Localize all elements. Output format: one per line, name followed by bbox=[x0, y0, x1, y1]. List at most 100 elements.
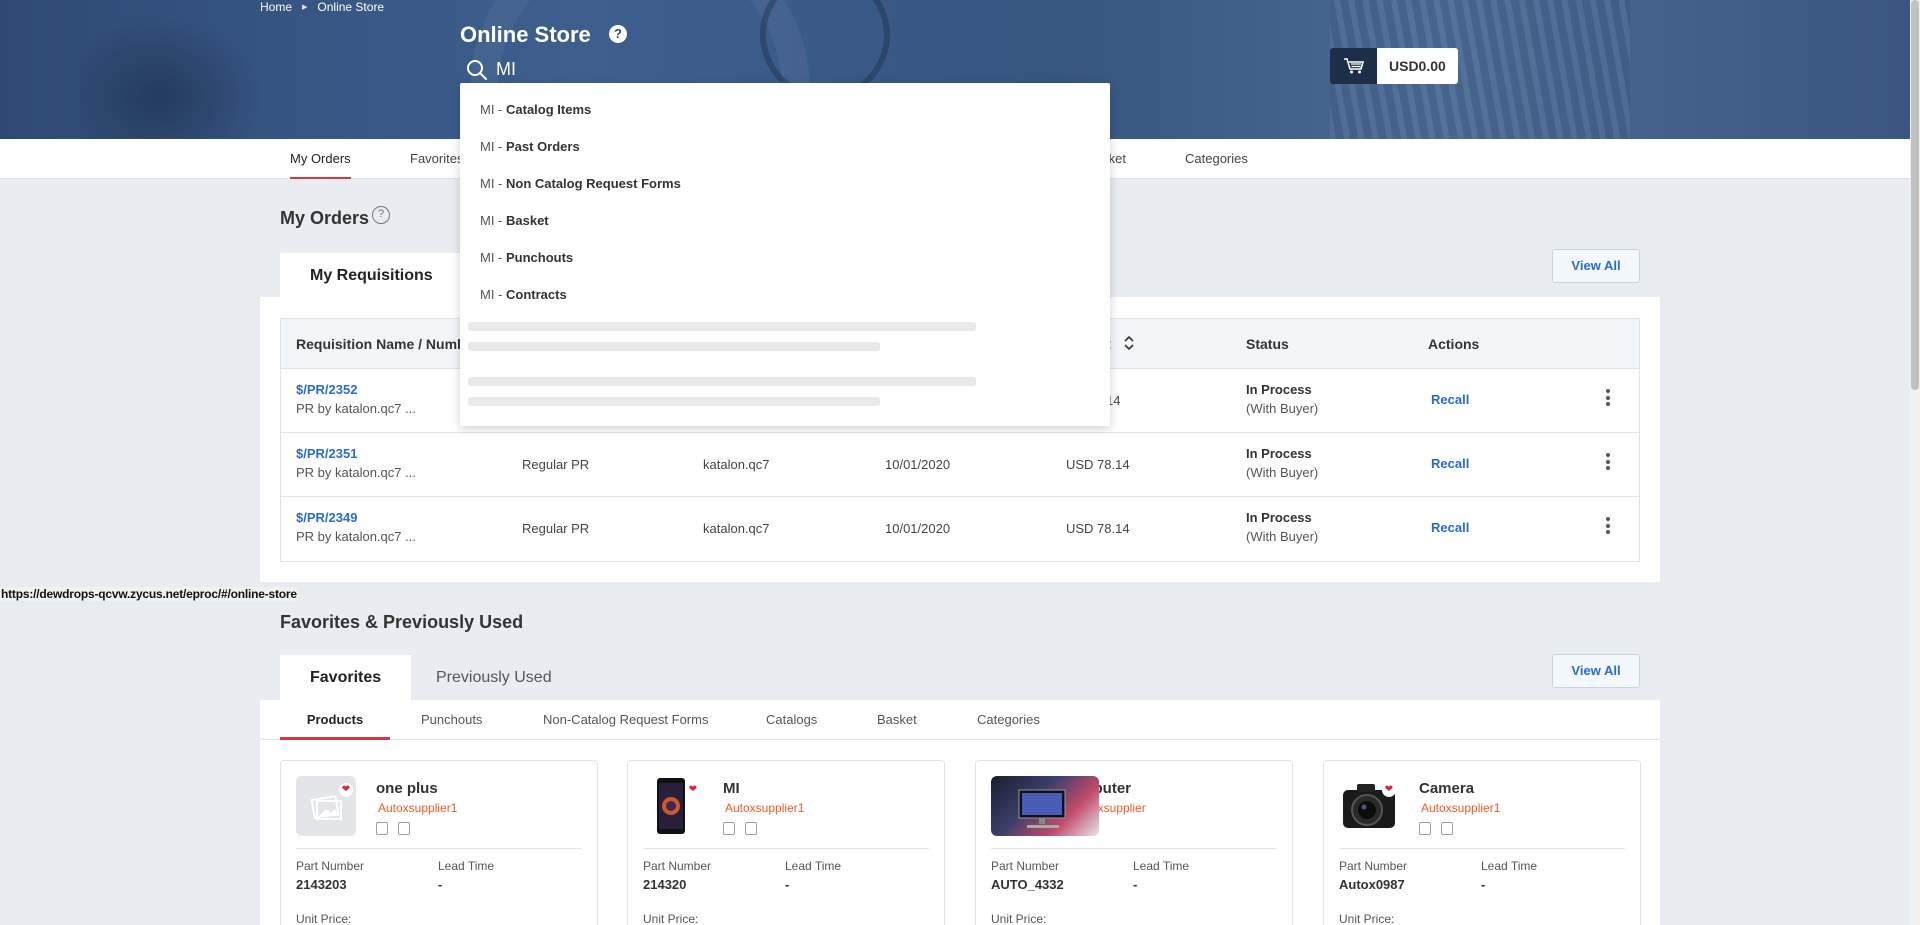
divider bbox=[1339, 848, 1625, 849]
lead-time-value: - bbox=[438, 877, 443, 892]
status-subtext: (With Buyer) bbox=[1246, 401, 1319, 416]
supplier-name[interactable]: Autoxsupplier1 bbox=[378, 801, 457, 815]
favorite-heart-icon[interactable]: ❤ bbox=[339, 783, 353, 797]
tab-categories[interactable]: Categories bbox=[1185, 139, 1248, 179]
computer-image bbox=[1018, 789, 1066, 828]
view-all-favorites-button[interactable]: View All bbox=[1552, 654, 1640, 688]
suggestion-non-catalog-request-forms[interactable]: MI - Non Catalog Request Forms bbox=[480, 176, 681, 191]
part-number-label: Part Number bbox=[296, 859, 365, 873]
subtab-basket[interactable]: Basket bbox=[877, 700, 917, 740]
breadcrumb-home[interactable]: Home bbox=[260, 0, 292, 14]
lead-time-label: Lead Time bbox=[438, 859, 495, 873]
column-status: Status bbox=[1246, 336, 1289, 352]
lead-time-label: Lead Time bbox=[785, 859, 842, 873]
suggestion-contracts[interactable]: MI - Contracts bbox=[480, 287, 567, 302]
breadcrumb-current: Online Store bbox=[317, 0, 385, 14]
more-options-icon[interactable] bbox=[1606, 389, 1610, 409]
lead-time-value: - bbox=[785, 877, 790, 892]
document-icon bbox=[1441, 822, 1453, 835]
lead-time-value: - bbox=[1133, 877, 1138, 892]
recall-button[interactable]: Recall bbox=[1431, 520, 1469, 535]
suggestion-past-orders[interactable]: MI - Past Orders bbox=[480, 139, 580, 154]
part-number-value: 214320 bbox=[643, 877, 687, 892]
product-card[interactable]: ❤ one plus Autoxsupplier1 Part Number Le… bbox=[280, 760, 598, 925]
favorite-heart-icon[interactable]: ❤ bbox=[686, 783, 700, 797]
product-card[interactable]: ❤ MI Autoxsupplier1 Part Number Lead Tim… bbox=[627, 760, 945, 925]
recall-button[interactable]: Recall bbox=[1431, 392, 1469, 407]
sort-icon[interactable] bbox=[1124, 335, 1134, 354]
requisition-description: PR by katalon.qc7 ... bbox=[296, 529, 416, 544]
tab-previously-used[interactable]: Previously Used bbox=[406, 655, 582, 700]
scrollbar-thumb[interactable] bbox=[1911, 0, 1919, 390]
suggestion-prefix: MI - bbox=[480, 287, 506, 302]
suggestion-punchouts[interactable]: MI - Punchouts bbox=[480, 250, 573, 265]
favorite-heart-icon[interactable]: ❤ bbox=[1382, 783, 1396, 797]
search-input[interactable] bbox=[496, 54, 976, 84]
loading-skeleton bbox=[468, 322, 976, 331]
requisition-link[interactable]: $/PR/2351 bbox=[296, 446, 357, 461]
unit-price-label: Unit Price: bbox=[296, 912, 352, 925]
product-card[interactable]: ❤ Camera Autoxsupplier1 Part Number Lead… bbox=[1323, 760, 1641, 925]
suggestion-label: Catalog Items bbox=[506, 102, 592, 117]
tab-favorites-section[interactable]: Favorites bbox=[280, 655, 412, 700]
status-bar-url: https://dewdrops-qcvw.zycus.net/eproc/#/… bbox=[0, 587, 298, 601]
view-all-orders-button[interactable]: View All bbox=[1552, 249, 1640, 283]
subtab-non-catalog-request-forms[interactable]: Non-Catalog Request Forms bbox=[543, 700, 708, 740]
loading-skeleton bbox=[468, 342, 880, 351]
tab-favorites[interactable]: Favorites bbox=[410, 139, 463, 179]
amount-cell: USD 78.14 bbox=[1066, 521, 1130, 536]
suggestion-catalog-items[interactable]: MI - Catalog Items bbox=[480, 102, 591, 117]
recall-button[interactable]: Recall bbox=[1431, 456, 1469, 471]
supplier-name[interactable]: Autoxsupplier1 bbox=[725, 801, 804, 815]
lead-time-value: - bbox=[1481, 877, 1486, 892]
help-icon[interactable]: ? bbox=[372, 206, 390, 224]
suggestion-label: Past Orders bbox=[506, 139, 580, 154]
suggestion-basket[interactable]: MI - Basket bbox=[480, 213, 549, 228]
table-row: $/PR/2351 PR by katalon.qc7 ... Regular … bbox=[281, 433, 1639, 497]
subtab-catalogs[interactable]: Catalogs bbox=[766, 700, 817, 740]
product-name: Camera bbox=[1419, 780, 1475, 797]
subtab-products[interactable]: Products bbox=[280, 700, 390, 740]
user-cell: katalon.qc7 bbox=[703, 521, 770, 536]
catalog-icon bbox=[376, 822, 388, 835]
product-image bbox=[991, 776, 1099, 836]
cart-icon bbox=[1343, 58, 1364, 74]
more-options-icon[interactable] bbox=[1606, 517, 1610, 537]
banner-decoration bbox=[80, 0, 280, 139]
subtab-punchouts[interactable]: Punchouts bbox=[421, 700, 482, 740]
suggestion-label: Contracts bbox=[506, 287, 567, 302]
requisition-link[interactable]: $/PR/2352 bbox=[296, 382, 357, 397]
part-number-value: AUTO_4332 bbox=[991, 877, 1064, 892]
tab-my-requisitions[interactable]: My Requisitions bbox=[280, 253, 463, 298]
page-title: Online Store bbox=[460, 22, 591, 47]
cart-button[interactable] bbox=[1330, 48, 1377, 84]
part-number-label: Part Number bbox=[991, 859, 1060, 873]
help-icon[interactable]: ? bbox=[609, 25, 627, 43]
breadcrumb: Home ▶ Online Store bbox=[260, 0, 384, 14]
my-orders-title: My Orders bbox=[280, 208, 370, 228]
status-text: In Process bbox=[1246, 382, 1312, 397]
suggestion-prefix: MI - bbox=[480, 102, 506, 117]
part-number-value: Autox0987 bbox=[1339, 877, 1405, 892]
user-cell: katalon.qc7 bbox=[703, 457, 770, 472]
type-cell: Regular PR bbox=[522, 457, 590, 472]
cart-widget[interactable]: USD0.00 bbox=[1330, 48, 1458, 84]
supplier-name[interactable]: Autoxsupplier1 bbox=[1421, 801, 1500, 815]
suggestion-prefix: MI - bbox=[480, 213, 506, 228]
column-requisition-name: Requisition Name / Number bbox=[296, 336, 466, 352]
page-scrollbar[interactable] bbox=[1910, 0, 1920, 925]
tab-my-orders[interactable]: My Orders bbox=[290, 139, 351, 179]
amount-cell: USD 78.14 bbox=[1066, 457, 1130, 472]
requisition-link[interactable]: $/PR/2349 bbox=[296, 510, 357, 525]
subtab-categories[interactable]: Categories bbox=[977, 700, 1040, 740]
product-card[interactable]: omputer Autoxsupplier Part Number Lead T… bbox=[975, 760, 1293, 925]
catalog-icon bbox=[723, 822, 735, 835]
suggestion-label: Basket bbox=[506, 213, 549, 228]
more-options-icon[interactable] bbox=[1606, 453, 1610, 473]
suggestion-prefix: MI - bbox=[480, 139, 506, 154]
requisition-description: PR by katalon.qc7 ... bbox=[296, 465, 416, 480]
lead-time-label: Lead Time bbox=[1133, 859, 1190, 873]
part-number-label: Part Number bbox=[643, 859, 712, 873]
status-subtext: (With Buyer) bbox=[1246, 465, 1319, 480]
divider bbox=[643, 848, 929, 849]
